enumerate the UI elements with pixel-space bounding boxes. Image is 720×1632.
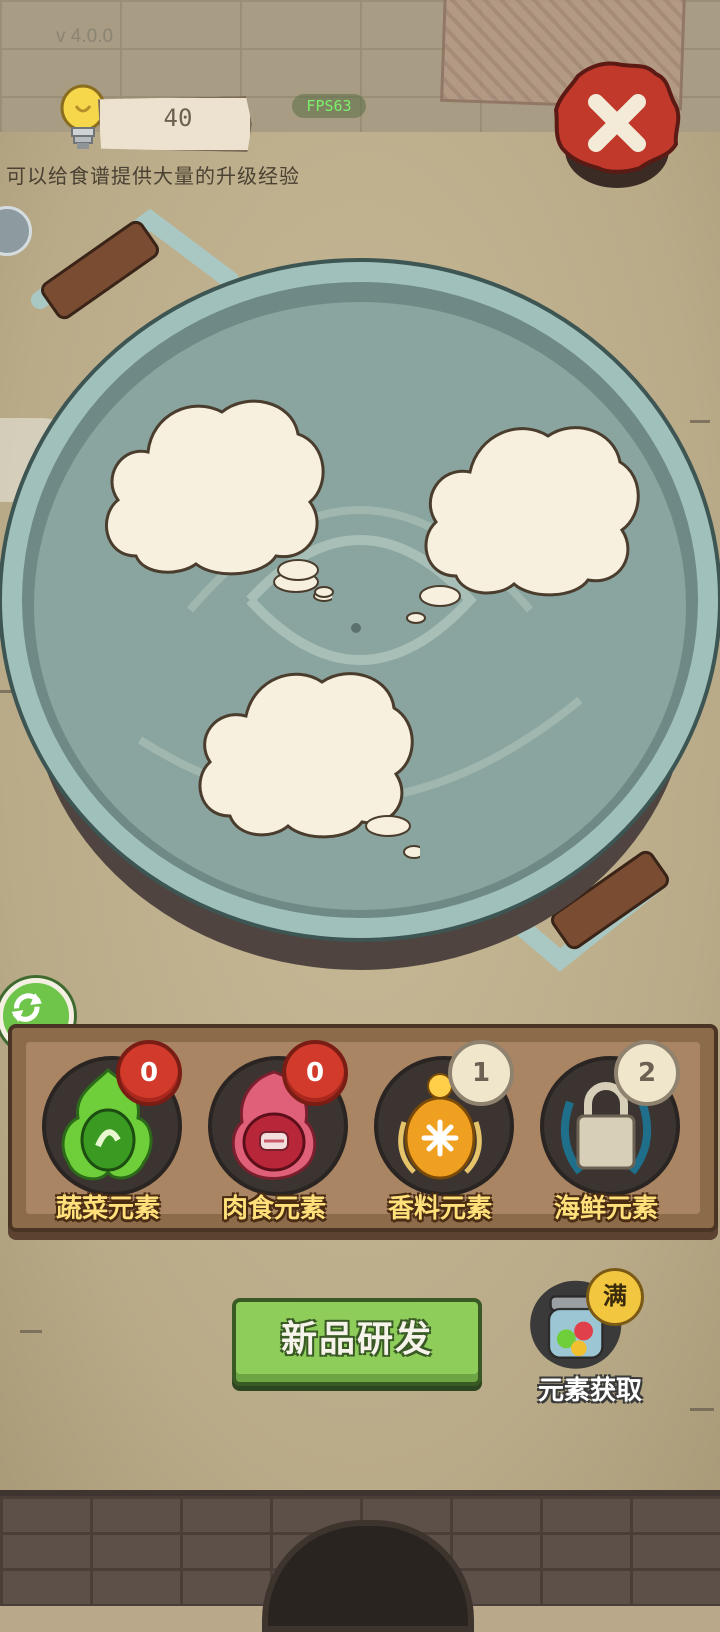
version-label: v 4.0.0 — [56, 26, 114, 47]
element-slot-seafood[interactable]: 2 海鲜元素 — [530, 1040, 682, 1226]
element-slot-vegetable[interactable]: 0 蔬菜元素 — [32, 1040, 184, 1226]
full-badge: 满 — [586, 1268, 644, 1326]
element-label: 香料元素 — [387, 1194, 492, 1224]
hint-text: 可以给食谱提供大量的升级经验 — [6, 164, 300, 188]
bubble-tail-2 — [406, 585, 461, 624]
element-count-badge: 0 — [116, 1040, 182, 1106]
counter-scuff — [690, 1408, 714, 1411]
element-acquire-label: 元素获取 — [537, 1376, 642, 1406]
element-count-badge: 0 — [282, 1040, 348, 1106]
score-value: 40 — [163, 104, 193, 132]
element-acquire-button[interactable]: 满 元素获取 — [520, 1268, 660, 1410]
bubble-tail-1 — [277, 559, 334, 598]
element-label: 肉食元素 — [221, 1194, 326, 1224]
close-button[interactable] — [548, 58, 686, 196]
fps-counter: FPS63 — [292, 94, 366, 118]
element-slot-spice[interactable]: 1 香料元素 — [364, 1040, 516, 1226]
element-slot-meat[interactable]: 0 肉食元素 — [198, 1040, 350, 1226]
idea-bubble-slot-3[interactable] — [190, 660, 420, 866]
counter-scuff — [20, 1330, 42, 1333]
element-label: 蔬菜元素 — [55, 1194, 160, 1224]
element-count-badge: 1 — [448, 1040, 514, 1106]
element-label: 海鲜元素 — [553, 1194, 658, 1224]
new-product-research-button[interactable]: 新品研发 — [232, 1298, 482, 1386]
element-count-badge: 2 — [614, 1040, 680, 1106]
research-button-label: 新品研发 — [280, 1319, 433, 1360]
